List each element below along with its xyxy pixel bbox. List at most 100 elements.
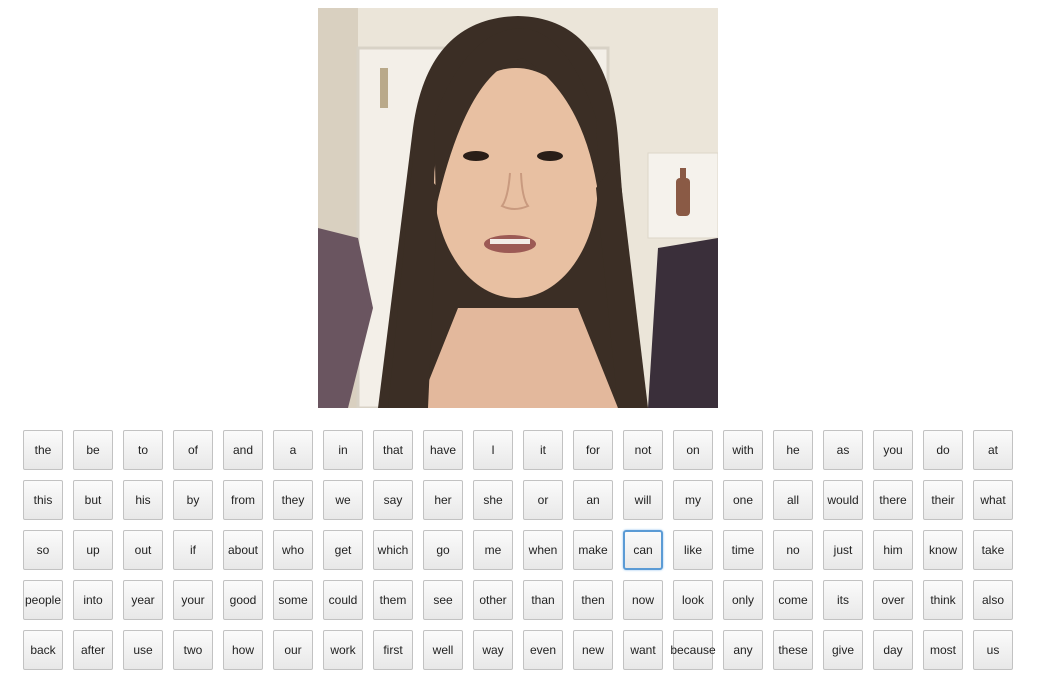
word-button-say[interactable]: say [373, 480, 413, 520]
word-button-people[interactable]: people [23, 580, 63, 620]
word-button-any[interactable]: any [723, 630, 763, 670]
word-button-these[interactable]: these [773, 630, 813, 670]
word-button-you[interactable]: you [873, 430, 913, 470]
word-button-just[interactable]: just [823, 530, 863, 570]
word-button-also[interactable]: also [973, 580, 1013, 620]
word-button-now[interactable]: now [623, 580, 663, 620]
word-button-its[interactable]: its [823, 580, 863, 620]
word-button-we[interactable]: we [323, 480, 363, 520]
word-button-what[interactable]: what [973, 480, 1013, 520]
word-button-her[interactable]: her [423, 480, 463, 520]
word-button-most[interactable]: most [923, 630, 963, 670]
word-button-the[interactable]: the [23, 430, 63, 470]
word-button-by[interactable]: by [173, 480, 213, 520]
word-button-know[interactable]: know [923, 530, 963, 570]
word-button-use[interactable]: use [123, 630, 163, 670]
word-button-so[interactable]: so [23, 530, 63, 570]
word-button-see[interactable]: see [423, 580, 463, 620]
word-button-out[interactable]: out [123, 530, 163, 570]
word-button-well[interactable]: well [423, 630, 463, 670]
word-button-think[interactable]: think [923, 580, 963, 620]
word-button-back[interactable]: back [23, 630, 63, 670]
word-button-then[interactable]: then [573, 580, 613, 620]
word-button-there[interactable]: there [873, 480, 913, 520]
word-button-which[interactable]: which [373, 530, 413, 570]
word-button-other[interactable]: other [473, 580, 513, 620]
word-button-who[interactable]: who [273, 530, 313, 570]
word-button-give[interactable]: give [823, 630, 863, 670]
word-button-in[interactable]: in [323, 430, 363, 470]
word-button-one[interactable]: one [723, 480, 763, 520]
word-button-i[interactable]: I [473, 430, 513, 470]
word-button-a[interactable]: a [273, 430, 313, 470]
word-button-at[interactable]: at [973, 430, 1013, 470]
word-button-she[interactable]: she [473, 480, 513, 520]
word-button-up[interactable]: up [73, 530, 113, 570]
word-button-after[interactable]: after [73, 630, 113, 670]
word-button-that[interactable]: that [373, 430, 413, 470]
word-button-get[interactable]: get [323, 530, 363, 570]
word-button-time[interactable]: time [723, 530, 763, 570]
word-button-day[interactable]: day [873, 630, 913, 670]
word-button-with[interactable]: with [723, 430, 763, 470]
word-button-than[interactable]: than [523, 580, 563, 620]
word-button-take[interactable]: take [973, 530, 1013, 570]
word-button-on[interactable]: on [673, 430, 713, 470]
word-button-way[interactable]: way [473, 630, 513, 670]
word-button-go[interactable]: go [423, 530, 463, 570]
word-button-new[interactable]: new [573, 630, 613, 670]
word-button-make[interactable]: make [573, 530, 613, 570]
word-button-as[interactable]: as [823, 430, 863, 470]
word-button-to[interactable]: to [123, 430, 163, 470]
word-button-our[interactable]: our [273, 630, 313, 670]
word-button-his[interactable]: his [123, 480, 163, 520]
word-button-can[interactable]: can [623, 530, 663, 570]
word-button-work[interactable]: work [323, 630, 363, 670]
word-button-and[interactable]: and [223, 430, 263, 470]
word-button-for[interactable]: for [573, 430, 613, 470]
word-button-them[interactable]: them [373, 580, 413, 620]
word-button-if[interactable]: if [173, 530, 213, 570]
word-button-or[interactable]: or [523, 480, 563, 520]
word-button-come[interactable]: come [773, 580, 813, 620]
word-button-but[interactable]: but [73, 480, 113, 520]
word-button-could[interactable]: could [323, 580, 363, 620]
word-button-about[interactable]: about [223, 530, 263, 570]
word-button-their[interactable]: their [923, 480, 963, 520]
word-button-your[interactable]: your [173, 580, 213, 620]
word-button-from[interactable]: from [223, 480, 263, 520]
word-button-do[interactable]: do [923, 430, 963, 470]
word-button-want[interactable]: want [623, 630, 663, 670]
word-button-he[interactable]: he [773, 430, 813, 470]
word-button-me[interactable]: me [473, 530, 513, 570]
word-button-over[interactable]: over [873, 580, 913, 620]
word-button-two[interactable]: two [173, 630, 213, 670]
word-button-look[interactable]: look [673, 580, 713, 620]
word-button-they[interactable]: they [273, 480, 313, 520]
word-button-some[interactable]: some [273, 580, 313, 620]
word-button-be[interactable]: be [73, 430, 113, 470]
word-button-first[interactable]: first [373, 630, 413, 670]
word-button-even[interactable]: even [523, 630, 563, 670]
word-button-when[interactable]: when [523, 530, 563, 570]
word-button-no[interactable]: no [773, 530, 813, 570]
word-button-into[interactable]: into [73, 580, 113, 620]
word-button-would[interactable]: would [823, 480, 863, 520]
word-button-of[interactable]: of [173, 430, 213, 470]
word-button-like[interactable]: like [673, 530, 713, 570]
word-button-only[interactable]: only [723, 580, 763, 620]
word-button-have[interactable]: have [423, 430, 463, 470]
word-button-this[interactable]: this [23, 480, 63, 520]
word-button-year[interactable]: year [123, 580, 163, 620]
word-button-us[interactable]: us [973, 630, 1013, 670]
word-button-him[interactable]: him [873, 530, 913, 570]
word-button-will[interactable]: will [623, 480, 663, 520]
word-button-good[interactable]: good [223, 580, 263, 620]
word-button-how[interactable]: how [223, 630, 263, 670]
word-button-not[interactable]: not [623, 430, 663, 470]
word-button-my[interactable]: my [673, 480, 713, 520]
word-button-all[interactable]: all [773, 480, 813, 520]
word-button-because[interactable]: because [670, 630, 716, 670]
word-button-it[interactable]: it [523, 430, 563, 470]
word-button-an[interactable]: an [573, 480, 613, 520]
